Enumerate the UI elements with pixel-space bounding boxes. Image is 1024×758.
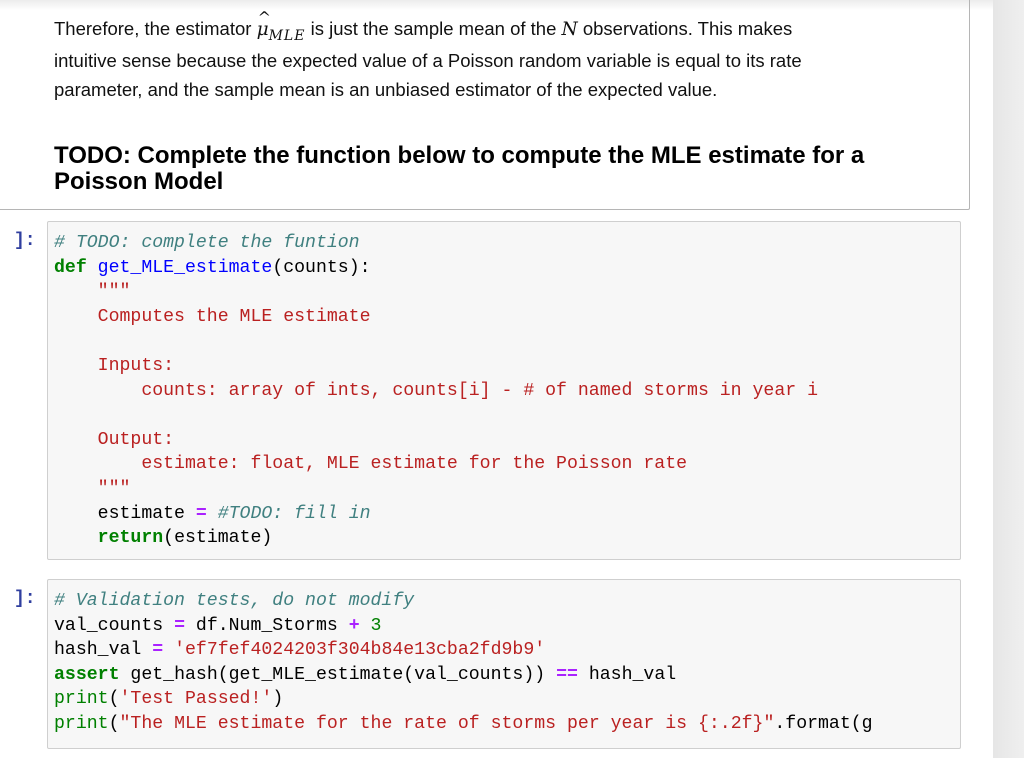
code-editor[interactable]: # TODO: complete the funtion def get_MLE_… [48, 222, 960, 551]
docstring-line: Inputs: [54, 355, 175, 376]
cell-prompt: ]: [14, 589, 36, 609]
function-name: get_MLE_estimate [97, 257, 273, 278]
keyword-return: return [97, 528, 164, 549]
function-params: (counts): [272, 257, 371, 278]
number-literal: 3 [359, 615, 382, 636]
paragraph-text: is just the sample mean of the [305, 18, 562, 39]
paragraph-text: Therefore, the estimator [54, 18, 257, 39]
equals-operator: == [556, 664, 578, 685]
code-editor[interactable]: # Validation tests, do not modify val_cou… [48, 580, 960, 737]
code-comment: # TODO: complete the funtion [54, 233, 360, 253]
code-text: get_hash(get_MLE_estimate(val_counts)) [119, 664, 557, 685]
right-scroll-gutter[interactable] [993, 0, 1024, 758]
return-value: (estimate) [163, 528, 273, 549]
variable-estimate: estimate [54, 503, 196, 524]
assign-operator: = [152, 640, 164, 661]
docstring-line: counts: array of ints, counts[i] - # of … [54, 380, 818, 401]
hash-string: 'ef7fef4024203f304b84e13cba2fd9b9' [163, 640, 546, 661]
n-symbol: N [561, 19, 578, 40]
code-text: hash_val [577, 664, 677, 685]
markdown-paragraph: Therefore, the estimator ^ μMLE is just t… [54, 8, 934, 104]
docstring-open: """ [54, 282, 131, 303]
assign-operator: = [174, 615, 185, 636]
docstring-line: estimate: float, MLE estimate for the Po… [54, 454, 688, 475]
keyword-def: def [54, 257, 87, 278]
mu-mle-symbol: ^ μMLE [256, 8, 306, 44]
code-text: hash_val [54, 640, 153, 661]
docstring-line: Computes the MLE estimate [54, 306, 371, 327]
paragraph-line-3: parameter, and the sample mean is an unb… [54, 79, 718, 100]
string-literal: "The MLE estimate for the rate of storms… [119, 713, 775, 734]
docstring-close: """ [54, 478, 131, 499]
code-cell-validation[interactable]: # Validation tests, do not modify val_cou… [47, 579, 961, 749]
assign-operator: = [195, 503, 207, 524]
todo-comment: #TODO: fill in [206, 503, 371, 524]
keyword-assert: assert [54, 664, 120, 685]
code-text: df.Num_Storms [184, 615, 349, 636]
docstring-line: Output: [54, 429, 175, 450]
code-text: ( [108, 713, 120, 734]
docstring-line [54, 403, 960, 428]
code-comment: # Validation tests, do not modify [54, 591, 415, 611]
code-text: .format(g [774, 713, 873, 734]
paragraph-text: observations. This makes [577, 18, 793, 39]
todo-heading: TODO: Complete the function below to com… [54, 142, 865, 195]
builtin-print: print [54, 689, 109, 710]
cell-prompt: ]: [14, 231, 36, 251]
paragraph-line-2: intuitive sense because the expected val… [54, 50, 802, 71]
string-literal: 'Test Passed!' [119, 689, 273, 710]
docstring-line [54, 329, 960, 354]
code-text: ( [108, 689, 120, 710]
code-text: ) [272, 689, 284, 710]
code-text: val_counts [54, 615, 175, 636]
plus-operator: + [348, 615, 360, 636]
builtin-print: print [54, 713, 109, 734]
code-cell-mle-function[interactable]: # TODO: complete the funtion def get_MLE_… [47, 221, 961, 560]
